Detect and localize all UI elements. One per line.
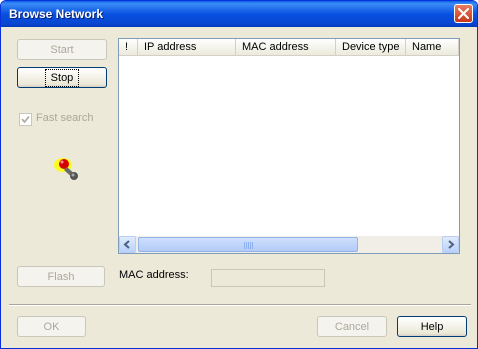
arrow-right-icon xyxy=(448,240,455,249)
help-button[interactable]: Help xyxy=(397,316,467,337)
column-header-mac-address[interactable]: MAC address xyxy=(236,39,336,56)
close-icon xyxy=(458,8,469,19)
title-bar[interactable]: Browse Network xyxy=(1,1,477,27)
column-header-status[interactable]: ! xyxy=(119,39,138,56)
scrollbar-thumb[interactable] xyxy=(138,237,358,252)
dialog-title: Browse Network xyxy=(9,7,104,21)
start-button[interactable]: Start xyxy=(17,39,107,60)
flash-button[interactable]: Flash xyxy=(17,266,105,287)
checkmark-icon xyxy=(21,115,30,124)
browse-network-dialog: Browse Network Start Stop Fast search ! … xyxy=(0,0,478,349)
mac-address-label: MAC address: xyxy=(119,269,189,281)
column-header-ip-address[interactable]: IP address xyxy=(138,39,236,56)
column-header-device-type[interactable]: Device type xyxy=(336,39,406,56)
thumb-grip xyxy=(244,242,254,249)
column-header-name[interactable]: Name xyxy=(406,39,459,56)
stop-button[interactable]: Stop xyxy=(17,67,107,88)
fast-search-label: Fast search xyxy=(36,112,94,124)
cancel-button[interactable]: Cancel xyxy=(317,316,387,337)
search-network-icon xyxy=(54,158,78,180)
scroll-right-button[interactable] xyxy=(442,236,459,253)
separator xyxy=(9,304,471,306)
scroll-left-button[interactable] xyxy=(119,236,136,253)
ok-button[interactable]: OK xyxy=(17,316,86,337)
fast-search-checkbox[interactable] xyxy=(19,113,32,126)
horizontal-scrollbar[interactable] xyxy=(119,236,459,253)
mac-address-field xyxy=(211,269,325,287)
device-list[interactable]: ! IP address MAC address Device type Nam… xyxy=(118,38,460,254)
close-button[interactable] xyxy=(454,4,473,23)
arrow-left-icon xyxy=(123,240,130,249)
